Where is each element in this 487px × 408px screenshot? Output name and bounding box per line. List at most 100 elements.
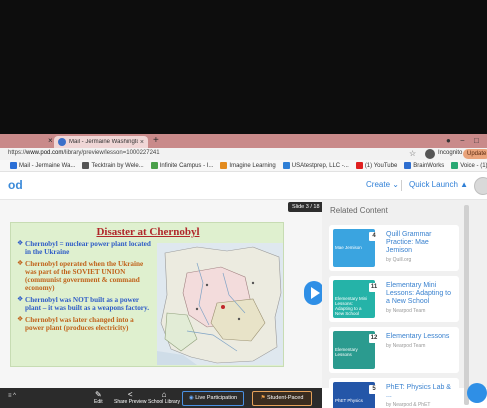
mail-icon xyxy=(10,162,17,169)
mail-favicon-icon xyxy=(58,138,66,146)
card-title: Elementary Lessons xyxy=(386,333,450,340)
slide-bullet: ❖ Chernobyl was NOT built as a power plan… xyxy=(17,296,152,312)
toolbar-menu-toggle[interactable]: ≡ ^ xyxy=(8,393,16,399)
bookmark-label: Voice - (1) Calls xyxy=(460,162,487,169)
live-participation-label: Live Participation xyxy=(195,395,238,401)
url-domain: www.pod.com xyxy=(26,150,64,156)
bookmark-item[interactable]: Imagine Learning xyxy=(220,162,276,169)
next-slide-button[interactable] xyxy=(304,281,324,305)
card-title: Elementary Mini Lessons: Adapting to a N… xyxy=(386,282,451,305)
related-card[interactable]: Mae Jemison 4 Quill Grammar Practice: Mae … xyxy=(329,225,459,271)
thumbnail-text: PhET Physics xyxy=(335,398,363,403)
bookmark-item[interactable]: BrainWorks xyxy=(404,162,444,169)
header-divider xyxy=(401,180,402,191)
card-thumbnail: Elementary Lessons 12 xyxy=(333,331,379,369)
bookmark-item[interactable]: Voice - (1) Calls xyxy=(451,162,487,169)
bookmark-label: Infinite Campus - I... xyxy=(159,162,214,169)
bookmark-item[interactable]: (1) YouTube xyxy=(355,162,398,169)
edit-label: Edit xyxy=(94,399,103,405)
school-library-label: School Library xyxy=(148,399,180,405)
nearpod-logo[interactable]: od xyxy=(8,178,23,192)
maximize-button[interactable]: □ xyxy=(474,135,479,147)
youtube-icon xyxy=(355,162,363,169)
bookmark-item[interactable]: Mail - Jermaine Wa... xyxy=(10,162,75,169)
slide-count-badge: 11 xyxy=(369,283,379,292)
bookmark-label: Tecktrain by Wele... xyxy=(91,162,144,169)
card-thumbnail: Mae Jemison 4 xyxy=(333,229,379,267)
create-button[interactable]: Create ⌄ xyxy=(366,180,399,189)
bookmark-star-icon[interactable]: ☆ xyxy=(409,149,416,159)
card-author: by Quill.org xyxy=(386,257,412,263)
card-thumbnail: Elementary Mini Lessons: Adapting to a N… xyxy=(333,280,379,318)
share-preview-button[interactable]: < Share Preview xyxy=(114,390,147,405)
play-arrow-icon xyxy=(311,287,320,299)
edit-icon: ✎ xyxy=(94,390,102,399)
bullet-diamond-icon: ❖ xyxy=(17,260,24,267)
card-title-block: Elementary Mini Lessons: Adapting to a N… xyxy=(386,282,456,315)
student-paced-label: Student-Paced xyxy=(267,395,304,401)
bookmark-item[interactable]: Infinite Campus - I... xyxy=(150,162,214,169)
slide-count-badge: 12 xyxy=(369,334,379,343)
slide-bullet: ❖ Chernobyl operated when the Ukraine was… xyxy=(17,260,152,292)
related-card[interactable]: Elementary Lessons 12 Elementary Lessons by… xyxy=(329,327,459,373)
quick-launch-button[interactable]: Quick Launch ▲ xyxy=(409,180,468,189)
url-text[interactable]: https://www.pod.com/library/preview/less… xyxy=(8,150,160,156)
chat-bubble-icon[interactable] xyxy=(467,383,487,403)
share-icon: < xyxy=(127,390,133,399)
slide-count-badge: 4 xyxy=(369,232,379,241)
slide-count-badge: 5 xyxy=(369,385,379,394)
slide-bullet: ❖ Chernobyl was later changed into a powe… xyxy=(17,316,152,332)
card-thumbnail: PhET Physics 5 xyxy=(333,382,379,408)
video-black-area xyxy=(0,0,487,134)
browser-tab[interactable]: Mail - Jermaine Washington Pe × xyxy=(54,136,148,148)
related-card[interactable]: PhET Physics 5 PhET: Physics Lab & ... by N… xyxy=(329,378,459,408)
update-button[interactable]: Update xyxy=(463,149,487,159)
avatar[interactable] xyxy=(474,177,487,195)
bookmark-item[interactable]: USAtestprep, LLC -... xyxy=(282,162,349,169)
bullet-text: Chernobyl was NOT built as a power plant… xyxy=(25,296,149,312)
slide: Disaster at Chernobyl ❖ Chernobyl = nucle… xyxy=(10,222,284,367)
thumbnail-text: Elementary Mini Lessons: Adapting to a N… xyxy=(335,296,368,316)
close-tab-icon[interactable]: × xyxy=(48,136,53,146)
bookmark-label: USAtestprep, LLC -... xyxy=(291,162,349,169)
bullet-diamond-icon: ❖ xyxy=(17,316,24,323)
slide-bullets: ❖ Chernobyl = nuclear power plant located… xyxy=(17,240,152,336)
bullet-text: Chernobyl operated when the Ukraine was … xyxy=(25,260,144,292)
bookmark-label: (1) YouTube xyxy=(364,162,398,169)
school-library-button[interactable]: ⌂ School Library xyxy=(148,390,180,405)
usatestprep-icon xyxy=(282,162,290,169)
incognito-icon xyxy=(425,149,435,159)
bullet-diamond-icon: ❖ xyxy=(17,240,24,247)
browser-tab-strip: × Mail - Jermaine Washington Pe × + ● − … xyxy=(0,134,487,148)
record-indicator-icon: ● xyxy=(446,136,451,145)
edit-button[interactable]: ✎ Edit xyxy=(94,390,103,405)
thumbnail-text: Elementary Lessons xyxy=(335,347,358,357)
bookmark-label: BrainWorks xyxy=(413,162,445,169)
voice-icon xyxy=(451,162,459,169)
url-prefix: https:// xyxy=(8,150,27,156)
card-title: Quill Grammar Practice: Mae Jemison xyxy=(386,231,432,254)
bookmark-item[interactable]: Tecktrain by Wele... xyxy=(82,162,144,169)
minimize-button[interactable]: − xyxy=(460,135,465,147)
related-scrollbar[interactable] xyxy=(464,205,469,405)
tecktrain-icon xyxy=(82,162,90,169)
student-paced-button[interactable]: ⚑ Student-Paced xyxy=(252,391,312,406)
bullet-text: Chernobyl = nuclear power plant located … xyxy=(25,240,151,256)
screenshot-root: × Mail - Jermaine Washington Pe × + ● − … xyxy=(0,0,487,408)
related-card[interactable]: Elementary Mini Lessons: Adapting to a N… xyxy=(329,276,459,322)
live-participation-button[interactable]: ◉ Live Participation xyxy=(182,391,244,406)
europe-map-image xyxy=(157,243,283,365)
bookmark-label: Mail - Jermaine Wa... xyxy=(19,162,76,169)
campus-icon xyxy=(150,162,158,169)
slide-title: Disaster at Chernobyl xyxy=(96,226,200,238)
address-bar[interactable]: https://www.pod.com/library/preview/less… xyxy=(0,148,487,160)
thumbnail-text: Mae Jemison xyxy=(335,245,362,250)
bookmark-label: Imagine Learning xyxy=(229,162,276,169)
share-preview-label: Share Preview xyxy=(114,399,147,405)
imagine-icon xyxy=(220,162,228,169)
tab-close-icon[interactable]: × xyxy=(140,139,144,146)
brainworks-icon xyxy=(404,162,412,169)
related-content-title: Related Content xyxy=(330,206,388,215)
bookmarks-bar: Mail - Jermaine Wa... Tecktrain by Wele..… xyxy=(0,160,487,172)
new-tab-button[interactable]: + xyxy=(153,135,159,147)
